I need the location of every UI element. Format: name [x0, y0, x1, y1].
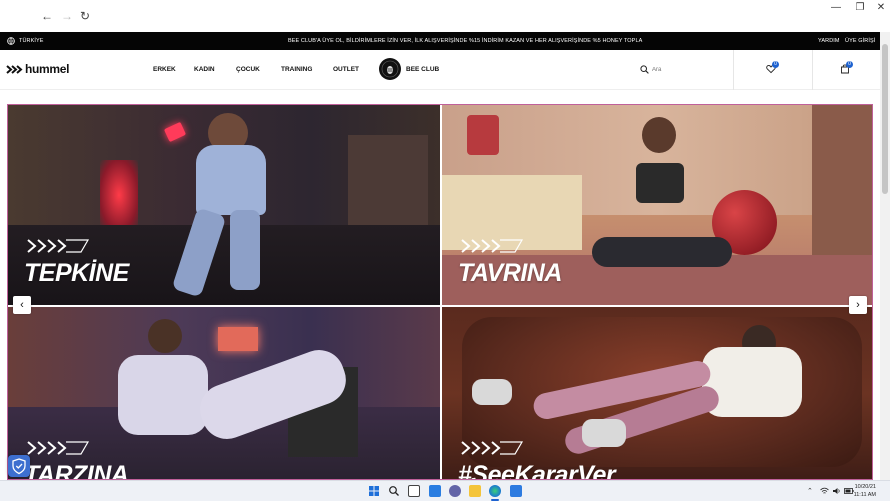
- menu-kadin[interactable]: KADIN: [194, 66, 215, 73]
- clock-date: 10/20/21: [854, 484, 876, 490]
- header-divider: [812, 50, 813, 90]
- promo-text[interactable]: BEE CLUB'A ÜYE OL, BİLDİRİMLERE İZİN VER…: [288, 38, 642, 44]
- bee-club-badge-icon[interactable]: [379, 58, 401, 80]
- volume-icon[interactable]: [832, 487, 841, 495]
- wishlist-count-badge: 0: [772, 61, 779, 68]
- slider-prev-button[interactable]: ‹: [13, 296, 31, 314]
- task-view-icon[interactable]: [408, 485, 420, 497]
- slider-next-button[interactable]: ›: [849, 296, 867, 314]
- file-explorer-icon[interactable]: [469, 485, 481, 497]
- model-leg: [230, 210, 260, 290]
- hummel-logo[interactable]: hummel: [6, 62, 70, 78]
- security-widget[interactable]: [8, 455, 30, 477]
- chevrons-decor-icon: [461, 441, 524, 455]
- hero-tile-seekararver[interactable]: #SeeKararVer: [442, 307, 872, 480]
- hero-banner-grid: TEPKİNE TAVRINA TARZINA #SeeKararVer: [7, 104, 873, 480]
- screen-decor: [812, 105, 872, 255]
- chevrons-decor-icon: [27, 441, 90, 455]
- os-taskbar: ⌃ 10/20/21 11:11 AM: [0, 480, 890, 501]
- globe-icon: [7, 37, 15, 45]
- chat-icon[interactable]: [449, 485, 461, 497]
- menu-bee-club[interactable]: BEE CLUB: [406, 66, 439, 73]
- store-icon[interactable]: [510, 485, 522, 497]
- menu-cocuk[interactable]: ÇOCUK: [236, 66, 260, 73]
- widgets-icon[interactable]: [429, 485, 441, 497]
- taskbar-search-icon[interactable]: [388, 485, 400, 497]
- menu-outlet[interactable]: OUTLET: [333, 66, 359, 73]
- header-divider: [733, 50, 734, 90]
- hero-tile-title: #SeeKararVer: [458, 461, 616, 480]
- windows-start-icon[interactable]: [368, 485, 380, 497]
- tray-chevron-icon[interactable]: ⌃: [807, 487, 813, 495]
- sneaker-decor: [582, 419, 626, 447]
- site-header: hummel ERKEK KADIN ÇOCUK TRAINING OUTLET…: [0, 50, 880, 90]
- help-link[interactable]: YARDIM: [818, 38, 840, 44]
- hero-tile-title: TEPKİNE: [24, 259, 129, 287]
- chevrons-decor-icon: [27, 239, 90, 253]
- minimize-button[interactable]: —: [829, 2, 843, 14]
- hero-tile-tepkine[interactable]: TEPKİNE: [8, 105, 440, 305]
- model-legs: [592, 237, 732, 267]
- battery-icon[interactable]: [844, 487, 854, 495]
- model-sweatshirt: [702, 347, 802, 417]
- clock-time: 11:11 AM: [853, 492, 876, 498]
- hero-tile-title: TAVRINA: [458, 259, 562, 287]
- announcement-bar: TÜRKİYE BEE CLUB'A ÜYE OL, BİLDİRİMLERE …: [0, 32, 880, 50]
- system-clock[interactable]: 10/20/21 11:11 AM: [854, 483, 876, 499]
- cart-count-badge: 0: [846, 61, 853, 68]
- chevrons-decor-icon: [461, 239, 524, 253]
- wifi-icon[interactable]: [820, 487, 829, 495]
- search-input[interactable]: [652, 63, 722, 76]
- chevron-logo-icon: [6, 65, 23, 74]
- forward-button[interactable]: →: [60, 9, 74, 23]
- model-jacket: [196, 145, 266, 215]
- hero-tile-tavrina[interactable]: TAVRINA: [442, 105, 872, 305]
- maximize-button[interactable]: ❐: [853, 2, 867, 14]
- page-scrollbar[interactable]: [880, 32, 890, 480]
- model-hoodie: [118, 355, 208, 435]
- shield-icon: [12, 458, 26, 475]
- bee-icon: [381, 60, 399, 78]
- jersey-decor: [467, 115, 499, 155]
- hero-tile-title: TARZINA: [24, 461, 129, 480]
- edge-browser-icon[interactable]: [489, 485, 501, 497]
- login-link[interactable]: ÜYE GİRİŞİ: [845, 38, 875, 44]
- back-button[interactable]: ←: [40, 9, 54, 23]
- model-head: [642, 117, 676, 153]
- hero-tile-tarzina[interactable]: TARZINA: [8, 307, 440, 480]
- menu-training[interactable]: TRAINING: [281, 66, 312, 73]
- model-top: [636, 163, 684, 203]
- menu-erkek[interactable]: ERKEK: [153, 66, 176, 73]
- region-selector[interactable]: TÜRKİYE: [19, 38, 44, 44]
- model-head: [148, 319, 182, 353]
- scrollbar-thumb[interactable]: [882, 44, 888, 194]
- red-light-decor: [100, 160, 138, 230]
- close-button[interactable]: ✕: [874, 2, 888, 14]
- neon-sign-decor: [218, 327, 258, 351]
- logo-text: hummel: [25, 62, 70, 76]
- reload-button[interactable]: ↻: [78, 9, 92, 23]
- sneaker-decor: [472, 379, 512, 405]
- browser-chrome: ← → ↻ — ❐ ✕: [0, 0, 890, 32]
- search-icon[interactable]: [640, 65, 649, 74]
